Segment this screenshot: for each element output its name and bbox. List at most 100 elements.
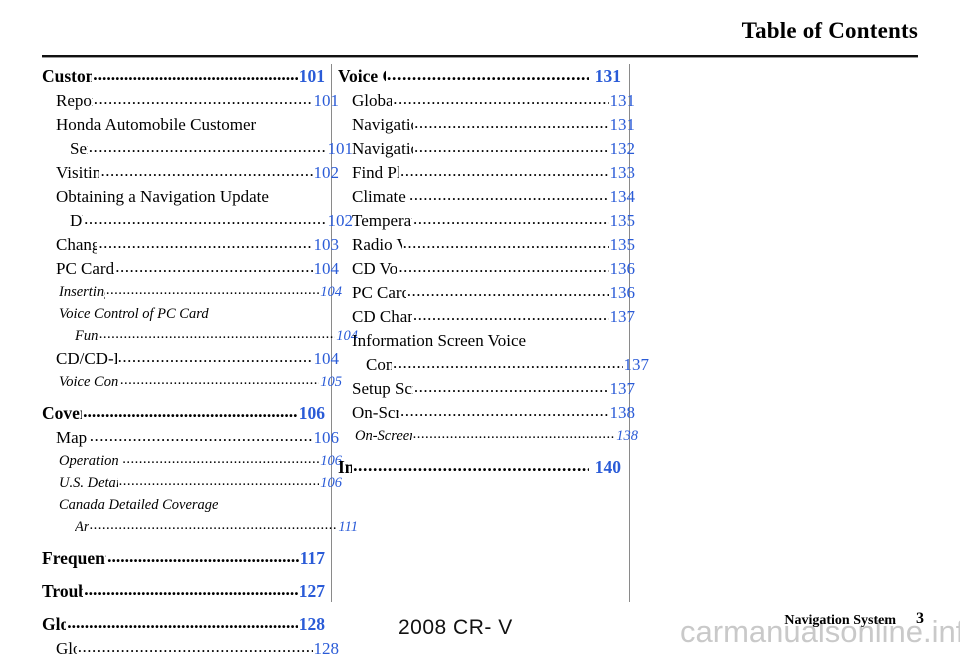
toc-entry-label: Changing the DVD (56, 235, 98, 254)
toc-entry[interactable]: Voice Command Index 131 (338, 64, 621, 89)
toc-entry[interactable]: CD/CD-R Operation with Navi 104 (56, 347, 339, 371)
toc-leader-dots (413, 207, 609, 231)
toc-leader-dots (414, 111, 608, 135)
toc-leader-dots (118, 345, 313, 369)
toc-entry[interactable]: Areas111 (75, 516, 358, 538)
toc-page-number: 102 (313, 163, 340, 182)
toc-entry-label: Glossary (56, 639, 77, 658)
toc-entry[interactable]: Voice Control of PC Card (59, 303, 342, 325)
toc-entry-label: Functions (75, 328, 99, 344)
header-rule (42, 55, 918, 58)
toc-entry-label: PC Card Voice Commands (352, 283, 406, 302)
toc-entry[interactable]: Information Screen Voice (352, 329, 635, 353)
toc-leader-dots (100, 159, 312, 183)
toc-leader-dots (120, 369, 319, 391)
toc-entry-label: Navigation Display Commands (352, 139, 413, 158)
toc-entry-label: Frequently Asked Questions (42, 548, 106, 568)
footer-section-name: Navigation System (784, 613, 896, 628)
toc-page-number: 128 (313, 639, 340, 658)
toc-entry[interactable]: Reporting Errors 101 (56, 89, 339, 113)
toc-entry-label: Radio Voice Commands (352, 235, 402, 254)
toc-leader-dots (123, 448, 320, 470)
toc-leader-dots (407, 279, 609, 303)
toc-page-number: 106 (298, 403, 325, 423)
toc-entry[interactable]: U.S. Detailed Coverage Areas106 (59, 472, 342, 494)
toc-entry[interactable]: Navigation General Commands 131 (352, 113, 635, 137)
toc-entry-label: CD/CD-R Operation with Navi (56, 349, 117, 368)
toc-entry[interactable]: On-Screen Commands 138 (352, 401, 635, 425)
toc-leader-dots (353, 453, 589, 478)
toc-leader-dots (119, 470, 319, 492)
toc-entry-label: Canada Detailed Coverage (59, 497, 219, 513)
toc-entry[interactable]: CD Voice Commands 136 (352, 257, 635, 281)
toc-page-number: 127 (298, 581, 325, 601)
toc-entry-label: Customer Assistance (42, 66, 92, 86)
toc-leader-dots (107, 544, 299, 569)
toc-entry[interactable]: Radio Voice Commands 135 (352, 233, 635, 257)
toc-leader-dots (106, 279, 319, 301)
toc-entry[interactable]: Glossary 128 (42, 612, 325, 637)
toc-entry[interactable]: PC Card Operation with Navi 104 (56, 257, 339, 281)
toc-entry-label: Index (338, 457, 353, 477)
toc-entry-label: CD Changer Voice Commands (352, 307, 412, 326)
toc-leader-dots (93, 62, 298, 87)
toc-leader-dots (90, 424, 313, 448)
toc-entry-label: CD Voice Commands (352, 259, 398, 278)
toc-page-number: 135 (609, 235, 636, 254)
toc-page-number: 138 (616, 428, 638, 444)
toc-entry[interactable]: Index 140 (338, 455, 621, 480)
toc-entry[interactable]: Frequently Asked Questions 117 (42, 546, 325, 571)
page-title: Table of Contents (741, 18, 918, 43)
toc-entry[interactable]: Service101 (70, 137, 353, 161)
toc-entry[interactable]: Changing the DVD 103 (56, 233, 339, 257)
toc-entry[interactable]: Troubleshooting 127 (42, 579, 325, 604)
toc-entry[interactable]: Visiting Your Dealer 102 (56, 161, 339, 185)
toc-entry-label: Troubleshooting (42, 581, 84, 601)
toc-page-number: 104 (313, 259, 340, 278)
toc-entry-label: Information Screen Voice (352, 331, 527, 350)
toc-entry[interactable]: Map Coverage 106 (56, 426, 339, 450)
toc-entry[interactable]: Coverage Areas 106 (42, 401, 325, 426)
toc-entry-label: Voice Control of CD Functions (59, 374, 119, 390)
toc-entry[interactable]: Temperature Voice Commands 135 (352, 209, 635, 233)
toc-leader-dots (115, 255, 312, 279)
toc-page-number: 101 (298, 66, 325, 86)
toc-entry[interactable]: Voice Control of CD Functions105 (59, 371, 342, 393)
toc-entry-label: Reporting Errors (56, 91, 93, 110)
toc-entry[interactable]: Climate Control Commands 134 (352, 185, 635, 209)
toc-entry-label: Find Place Commands (352, 163, 399, 182)
toc-entry[interactable]: Glossary 128 (56, 637, 339, 661)
toc-entry[interactable]: Inserting the PC Card104 (59, 281, 342, 303)
toc-entry[interactable]: Customer Assistance 101 (42, 64, 325, 89)
toc-page-number: 134 (609, 187, 636, 206)
toc-entry[interactable]: Honda Automobile Customer (56, 113, 339, 137)
toc-entry[interactable]: Canada Detailed Coverage (59, 494, 342, 516)
toc-entry[interactable]: Functions104 (75, 325, 358, 347)
toc-page-number: 137 (609, 307, 636, 326)
toc-entry-label: DVD (70, 211, 83, 230)
toc-page-number: 136 (609, 259, 636, 278)
toc-leader-dots (414, 375, 609, 399)
toc-leader-dots (400, 399, 608, 423)
toc-entry[interactable]: On-Screen Commands Assist 138 (355, 425, 638, 447)
toc-entry-label: Obtaining a Navigation Update (56, 187, 269, 206)
toc-entry[interactable]: Operation in Hawaii and Alaska106 (59, 450, 342, 472)
toc-leader-dots (84, 577, 297, 602)
toc-entry-label: Glossary (42, 614, 67, 634)
toc-entry[interactable]: Obtaining a Navigation Update (56, 185, 339, 209)
toc-entry[interactable]: Find Place Commands 133 (352, 161, 635, 185)
toc-page-number: 131 (609, 115, 636, 134)
toc-leader-dots (98, 231, 312, 255)
toc-entry[interactable]: Navigation Display Commands 132 (352, 137, 635, 161)
toc-entry[interactable]: PC Card Voice Commands 136 (352, 281, 635, 305)
toc-entry[interactable]: Setup Screen (first) Commands 137 (352, 377, 635, 401)
toc-leader-dots (84, 207, 326, 231)
toc-entry-label: Map Coverage (56, 428, 89, 447)
toc-entry[interactable]: Global Commands 131 (352, 89, 635, 113)
toc-page-number: 133 (609, 163, 636, 182)
toc-leader-dots (78, 635, 313, 659)
toc-entry[interactable]: CD Changer Voice Commands 137 (352, 305, 635, 329)
toc-page-number: 131 (609, 91, 636, 110)
toc-entry[interactable]: Commands 137 (366, 353, 649, 377)
toc-entry[interactable]: DVD102 (70, 209, 353, 233)
